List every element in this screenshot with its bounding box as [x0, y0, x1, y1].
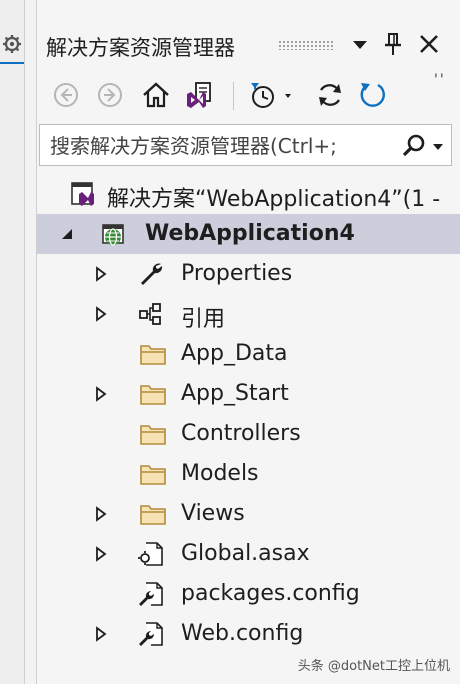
arrow-left-circle-icon	[54, 83, 78, 107]
active-tab-indicator	[0, 62, 24, 64]
tree-row-packages-config[interactable]: packages.config	[37, 574, 460, 614]
app-start-label: App_Start	[181, 381, 289, 406]
gear-icon[interactable]	[1, 33, 23, 55]
toolbar-separator	[233, 82, 234, 110]
references-icon	[139, 303, 161, 325]
tree-row-project[interactable]: WebApplication4	[37, 214, 460, 254]
tree-row-app-data[interactable]: App_Data	[37, 334, 460, 374]
global-asax-label: Global.asax	[181, 541, 310, 566]
properties-label: Properties	[181, 261, 293, 286]
switch-views-button[interactable]	[182, 78, 216, 112]
caret-down-icon	[353, 41, 367, 49]
models-label: Models	[181, 461, 259, 486]
folder-icon	[140, 505, 166, 525]
back-button[interactable]	[49, 78, 83, 112]
search-options-dropdown-icon[interactable]	[432, 142, 444, 152]
expand-triangle-icon[interactable]	[93, 626, 109, 642]
tree-row-views[interactable]: Views	[37, 494, 460, 534]
expand-triangle-icon[interactable]	[93, 506, 109, 522]
expand-triangle-icon[interactable]	[93, 386, 109, 402]
clock-filter-icon	[251, 83, 291, 108]
tree-row-controllers[interactable]: Controllers	[37, 414, 460, 454]
folder-icon	[140, 345, 166, 365]
pin-icon	[385, 33, 401, 55]
expand-triangle-icon[interactable]	[93, 306, 109, 322]
search-box	[39, 124, 452, 166]
config-file-icon	[139, 582, 163, 606]
search-icon[interactable]	[400, 132, 428, 160]
toolbar-overflow-button[interactable]: ''	[434, 72, 446, 88]
window-position-dropdown-button[interactable]	[346, 30, 374, 58]
tree-row-global-asax[interactable]: Global.asax	[37, 534, 460, 574]
visual-studio-views-icon	[187, 82, 211, 108]
solution-label: 解决方案“WebApplication4”(1 -	[107, 187, 441, 212]
asax-file-icon	[138, 542, 163, 566]
views-label: Views	[181, 501, 245, 526]
panel-title: 解决方案资源管理器	[46, 36, 235, 60]
panel-toolbar: ''	[37, 70, 460, 120]
auto-hide-pin-button[interactable]	[379, 30, 407, 58]
refresh-icon	[360, 83, 385, 107]
tree-row-references[interactable]: 引用	[37, 294, 460, 334]
sync-with-active-document-button[interactable]	[313, 78, 347, 112]
tree-row-properties[interactable]: Properties	[37, 254, 460, 294]
search-input[interactable]	[48, 129, 392, 163]
web-project-globe-icon	[102, 224, 124, 246]
adjacent-window-strip	[0, 0, 25, 684]
close-button[interactable]	[415, 30, 443, 58]
close-icon	[420, 35, 438, 53]
solution-explorer-panel: 解决方案资源管理器 '' 搜索解决方案资源管理器(Ctrl+; 解决方案“Web…	[36, 0, 460, 684]
forward-button[interactable]	[93, 78, 127, 112]
tree-row-models[interactable]: Models	[37, 454, 460, 494]
folder-icon	[140, 465, 166, 485]
collapse-triangle-icon[interactable]	[59, 226, 75, 242]
expand-triangle-icon[interactable]	[93, 266, 109, 282]
drag-grip[interactable]	[278, 40, 334, 50]
home-icon	[143, 82, 169, 108]
home-button[interactable]	[139, 78, 173, 112]
watermark: 头条 @dotNet工控上位机	[297, 659, 450, 674]
references-label: 引用	[181, 307, 226, 332]
tree-row-solution[interactable]: 解决方案“WebApplication4”(1 -	[37, 174, 460, 214]
tree-row-web-config[interactable]: Web.config	[37, 614, 460, 654]
tree-row-app-start[interactable]: App_Start	[37, 374, 460, 414]
project-label: WebApplication4	[145, 221, 355, 246]
arrow-right-circle-icon	[98, 83, 122, 107]
config-file-icon	[139, 622, 163, 646]
folder-icon	[140, 425, 166, 445]
folder-icon	[140, 385, 166, 405]
app-data-label: App_Data	[181, 341, 288, 366]
solution-icon	[71, 182, 94, 206]
packages-config-label: packages.config	[181, 581, 360, 606]
pending-changes-filter-button[interactable]	[245, 78, 295, 112]
sync-icon	[319, 84, 341, 106]
web-config-label: Web.config	[181, 621, 304, 646]
refresh-button[interactable]	[355, 78, 389, 112]
expand-triangle-icon[interactable]	[93, 546, 109, 562]
panel-titlebar[interactable]: 解决方案资源管理器	[37, 0, 460, 60]
controllers-label: Controllers	[181, 421, 301, 446]
wrench-icon	[141, 263, 163, 285]
